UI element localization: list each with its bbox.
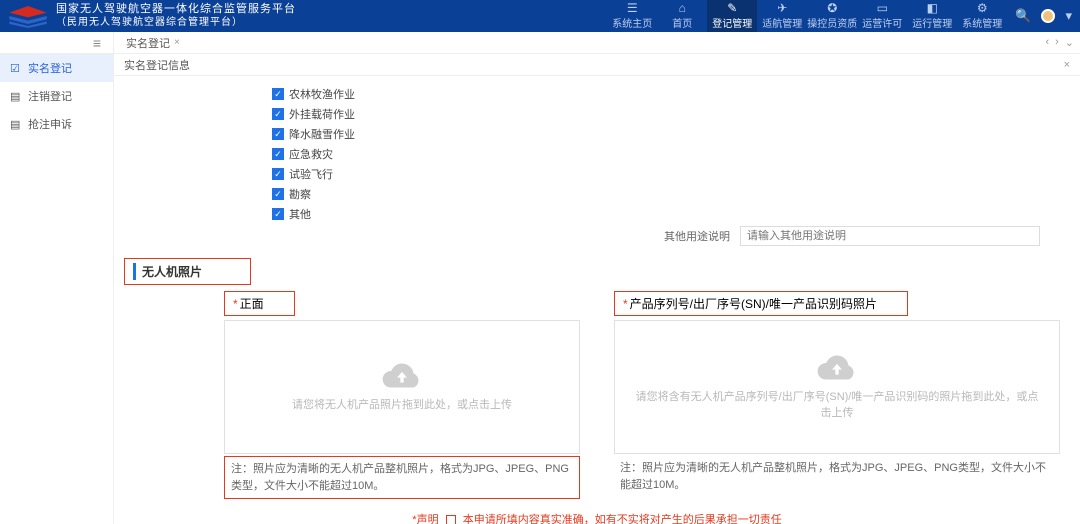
top-nav: ☰系统主页 ⌂首页 ✎登记管理 ✈适航管理 ✪操控员资质 ▭运营许可 ◧运行管理… (607, 0, 1007, 32)
nav-operator-qualification[interactable]: ✪操控员资质 (807, 0, 857, 32)
license-icon: ▭ (877, 2, 888, 14)
title-line-1: 国家无人驾驶航空器一体化综合监管服务平台 (56, 3, 296, 16)
other-use-row: 其他用途说明 (664, 226, 1070, 246)
sidebar-item-realname[interactable]: ☑ 实名登记 (0, 54, 113, 82)
home-icon: ⌂ (679, 2, 686, 14)
sidebar-item-label: 抢注申诉 (28, 116, 72, 132)
sidebar-collapse-icon[interactable]: ≡ (0, 32, 113, 54)
panel-title-bar: 实名登记信息 × (114, 54, 1080, 76)
sidebar-item-label: 注销登记 (28, 88, 72, 104)
declaration-label: *声明 (412, 514, 438, 524)
nav-registration[interactable]: ✎登记管理 (707, 0, 757, 32)
required-mark: * (623, 297, 628, 311)
header-right: 🔍 ▾ (1015, 8, 1072, 24)
checkbox[interactable]: ✓ (272, 168, 284, 180)
upload-serial-dropzone[interactable]: 请您将含有无人机产品序列号/出厂序号(SN)/唯一产品识别码的照片拖到此处，或点… (614, 320, 1060, 454)
main: 实名登记 × ‹ › ⌄ 实名登记信息 × ✓农林牧渔作业 ✓外挂载荷作业 ✓降… (114, 32, 1080, 524)
declaration-row: *声明 本申请所填内容真实准确，如有不实将对产生的后果承担一切责任 (124, 511, 1070, 524)
checkbox[interactable]: ✓ (272, 208, 284, 220)
menu-icon: ☰ (627, 2, 638, 14)
checkbox[interactable]: ✓ (272, 148, 284, 160)
plane-icon: ✈ (777, 2, 787, 14)
upload-serial-note: 注：照片应为清晰的无人机产品整机照片，格式为JPG、JPEG、PNG类型，文件大… (614, 456, 1060, 497)
checkbox[interactable]: ✓ (272, 88, 284, 100)
gear-icon: ⚙ (977, 2, 988, 14)
cloud-upload-icon (817, 354, 857, 382)
tab-dropdown-icon[interactable]: ⌄ (1065, 36, 1074, 49)
checkbox[interactable]: ✓ (272, 128, 284, 140)
tab-scroll-right-icon[interactable]: › (1055, 36, 1059, 49)
checkbox-row: ✓外挂载荷作业 (272, 106, 1070, 122)
logo-block: 国家无人驾驶航空器一体化综合监管服务平台 （民用无人驾驶航空器综合管理平台） (8, 3, 296, 28)
checkbox-row: ✓勘察 (272, 186, 1070, 202)
sidebar-item-appeal[interactable]: ▤ 抢注申诉 (0, 110, 113, 138)
upload-front-hint: 请您将无人机产品照片拖到此处，或点击上传 (292, 396, 512, 412)
tab-nav-controls: ‹ › ⌄ (1045, 36, 1074, 49)
usage-checkbox-group: ✓农林牧渔作业 ✓外挂载荷作业 ✓降水融雪作业 ✓应急救灾 ✓试验飞行 ✓勘察 … (272, 86, 1070, 222)
upload-serial-label: 产品序列号/出厂序号(SN)/唯一产品识别码照片 (630, 297, 877, 311)
checkbox-row: ✓农林牧渔作业 (272, 86, 1070, 102)
upload-front-column: *正面 请您将无人机产品照片拖到此处，或点击上传 注：照片应为清晰的无人机产品整… (124, 291, 580, 499)
avatar[interactable] (1041, 9, 1055, 23)
upload-serial-column: *产品序列号/出厂序号(SN)/唯一产品识别码照片 请您将含有无人机产品序列号/… (614, 291, 1070, 499)
checkbox[interactable]: ✓ (272, 188, 284, 200)
content-area: ✓农林牧渔作业 ✓外挂载荷作业 ✓降水融雪作业 ✓应急救灾 ✓试验飞行 ✓勘察 … (114, 76, 1080, 524)
required-mark: * (233, 297, 238, 311)
body: ≡ ☑ 实名登记 ▤ 注销登记 ▤ 抢注申诉 实名登记 × ‹ › ⌄ (0, 32, 1080, 524)
list-icon: ▤ (10, 90, 22, 103)
tab-bar: 实名登记 × ‹ › ⌄ (114, 32, 1080, 54)
sidebar: ≡ ☑ 实名登记 ▤ 注销登记 ▤ 抢注申诉 (0, 32, 114, 524)
photo-section-header: 无人机照片 (124, 258, 251, 285)
list-icon: ▤ (10, 118, 22, 131)
other-use-label: 其他用途说明 (664, 228, 730, 244)
nav-operating-license[interactable]: ▭运营许可 (857, 0, 907, 32)
upload-serial-hint: 请您将含有无人机产品序列号/出厂序号(SN)/唯一产品识别码的照片拖到此处，或点… (635, 388, 1039, 420)
title-line-2: （民用无人驾驶航空器综合管理平台） (56, 17, 296, 29)
nav-airworthiness[interactable]: ✈适航管理 (757, 0, 807, 32)
sidebar-item-cancel-reg[interactable]: ▤ 注销登记 (0, 82, 113, 110)
panel-title: 实名登记信息 (124, 57, 190, 73)
badge-icon: ✪ (827, 2, 837, 14)
upload-serial-label-box: *产品序列号/出厂序号(SN)/唯一产品识别码照片 (614, 291, 908, 316)
chevron-down-icon[interactable]: ▾ (1065, 8, 1072, 24)
checkbox-row: ✓降水融雪作业 (272, 126, 1070, 142)
search-icon[interactable]: 🔍 (1015, 8, 1031, 24)
photo-section-title: 无人机照片 (133, 263, 202, 280)
checkbox-row: ✓试验飞行 (272, 166, 1070, 182)
nav-system-management[interactable]: ⚙系统管理 (957, 0, 1007, 32)
upload-front-label: 正面 (240, 297, 264, 311)
other-use-input[interactable] (740, 226, 1040, 246)
upload-front-label-box: *正面 (224, 291, 295, 316)
header-title: 国家无人驾驶航空器一体化综合监管服务平台 （民用无人驾驶航空器综合管理平台） (56, 3, 296, 28)
nav-home[interactable]: ⌂首页 (657, 0, 707, 32)
declaration-checkbox[interactable] (446, 515, 456, 524)
declaration-text: 本申请所填内容真实准确，如有不实将对产生的后果承担一切责任 (463, 514, 782, 524)
nav-operation-management[interactable]: ◧运行管理 (907, 0, 957, 32)
checkbox-row: ✓应急救灾 (272, 146, 1070, 162)
nav-system-home[interactable]: ☰系统主页 (607, 0, 657, 32)
cloud-upload-icon (382, 362, 422, 390)
upload-row: *正面 请您将无人机产品照片拖到此处，或点击上传 注：照片应为清晰的无人机产品整… (124, 291, 1070, 499)
upload-front-note: 注：照片应为清晰的无人机产品整机照片，格式为JPG、JPEG、PNG类型，文件大… (224, 456, 580, 499)
checkbox[interactable]: ✓ (272, 108, 284, 120)
upload-front-dropzone[interactable]: 请您将无人机产品照片拖到此处，或点击上传 (224, 320, 580, 454)
tab-label: 实名登记 (126, 35, 170, 51)
ops-icon: ◧ (927, 2, 938, 14)
checklist-icon: ☑ (10, 62, 22, 75)
tab-close-icon[interactable]: × (174, 37, 180, 48)
tab-scroll-left-icon[interactable]: ‹ (1045, 36, 1049, 49)
panel-close-icon[interactable]: × (1064, 59, 1070, 71)
edit-icon: ✎ (727, 2, 737, 14)
sidebar-item-label: 实名登记 (28, 60, 72, 76)
checkbox-row: ✓其他 (272, 206, 1070, 222)
site-logo-icon (8, 4, 48, 28)
tab-realname[interactable]: 实名登记 × (120, 32, 186, 53)
top-header: 国家无人驾驶航空器一体化综合监管服务平台 （民用无人驾驶航空器综合管理平台） ☰… (0, 0, 1080, 32)
